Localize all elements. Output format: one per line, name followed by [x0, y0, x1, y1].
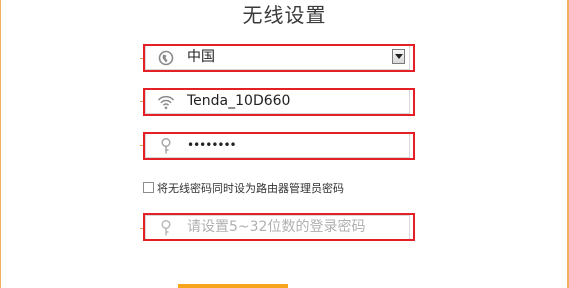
sync-password-label: 将无线密码同时设为路由器管理员密码 — [157, 182, 344, 195]
sync-password-option[interactable]: 将无线密码同时设为路由器管理员密码 — [143, 182, 344, 196]
submit-button-edge[interactable] — [178, 284, 288, 288]
ssid-highlight — [143, 88, 415, 116]
frame-left-edge — [0, 0, 1, 288]
region-select-highlight — [143, 44, 415, 72]
sync-password-checkbox[interactable] — [143, 182, 154, 193]
page-title: 无线设置 — [242, 3, 327, 27]
login-password-highlight — [143, 213, 415, 241]
wifi-password-highlight — [143, 132, 415, 160]
